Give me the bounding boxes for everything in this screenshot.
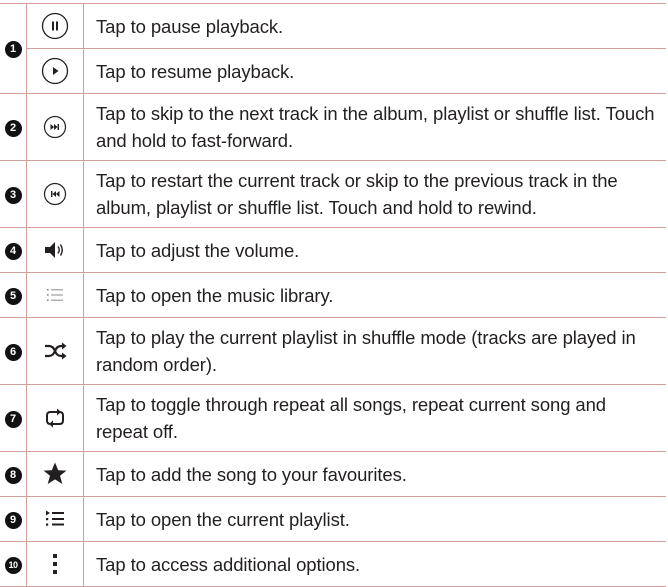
description: Tap to add the song to your favourites. — [83, 451, 666, 497]
row-number: 6 — [0, 317, 27, 385]
previous-track-icon — [43, 182, 67, 206]
table-row: 9 Tap to open the current playlist. — [0, 496, 666, 542]
row-number: 7 — [0, 384, 27, 452]
playlist-icon — [46, 510, 64, 526]
number-badge: 2 — [4, 119, 22, 137]
row-number: 10 — [0, 541, 27, 587]
row-number: 3 — [0, 160, 27, 228]
icon-cell — [26, 93, 84, 161]
icon-cell — [26, 227, 84, 273]
description: Tap to skip to the next track in the alb… — [83, 93, 666, 161]
icon-cell — [26, 496, 84, 542]
row-number: 4 — [0, 227, 27, 273]
table-row: 1 Tap to pause playback. — [0, 3, 666, 94]
row-number: 2 — [0, 93, 27, 161]
description: Tap to play the current playlist in shuf… — [83, 317, 666, 385]
number-badge: 9 — [4, 511, 22, 529]
row-number: 9 — [0, 496, 27, 542]
number-badge: 8 — [4, 466, 22, 484]
icon-cell — [26, 48, 84, 94]
description: Tap to open the current playlist. — [83, 496, 666, 542]
number-badge: 3 — [4, 186, 22, 204]
play-icon — [41, 57, 69, 85]
library-icon — [47, 289, 63, 301]
number-badge: 7 — [4, 410, 22, 428]
number-badge: 6 — [4, 343, 22, 361]
pause-icon — [41, 12, 69, 40]
table-row: 5 Tap to open the music library. — [0, 272, 666, 318]
table-row: 3 Tap to restart the current track or sk… — [0, 160, 666, 228]
icon-cell — [26, 160, 84, 228]
table-row: 10 Tap to access additional options. — [0, 541, 666, 587]
icon-cell — [26, 541, 84, 587]
icon-cell — [26, 317, 84, 385]
table-row: 8 Tap to add the song to your favourites… — [0, 451, 666, 497]
shuffle-icon — [45, 342, 67, 360]
icon-cell — [26, 272, 84, 318]
table-row: Tap to resume playback. — [0, 48, 666, 94]
table-row: 6 Tap to play the current playlist in sh… — [0, 317, 666, 385]
row-number: 5 — [0, 272, 27, 318]
description: Tap to resume playback. — [83, 48, 666, 94]
more-options-icon — [53, 554, 57, 574]
number-badge: 4 — [4, 242, 22, 260]
icon-cell — [26, 451, 84, 497]
table-row: 4 Tap to adjust the volume. — [0, 227, 666, 273]
row-number: 8 — [0, 451, 27, 497]
next-track-icon — [43, 115, 67, 139]
repeat-icon — [46, 408, 64, 428]
icon-cell — [26, 3, 84, 49]
table-row: 7 Tap to toggle through repeat all songs… — [0, 384, 666, 452]
description: Tap to access additional options. — [83, 541, 666, 587]
description: Tap to adjust the volume. — [83, 227, 666, 273]
number-badge: 5 — [4, 287, 22, 305]
description: Tap to pause playback. — [83, 3, 666, 49]
music-controls-table: 1 Tap to pause playback. Tap to resume p… — [0, 3, 666, 587]
number-badge: 1 — [4, 41, 22, 58]
description: Tap to toggle through repeat all songs, … — [83, 384, 666, 452]
table-row: 2 Tap to skip to the next track in the a… — [0, 93, 666, 161]
star-icon — [43, 462, 67, 484]
number-badge: 10 — [4, 556, 22, 574]
row-number: 1 — [0, 3, 27, 94]
icon-cell — [26, 384, 84, 452]
description: Tap to open the music library. — [83, 272, 666, 318]
volume-icon — [45, 242, 63, 258]
description: Tap to restart the current track or skip… — [83, 160, 666, 228]
